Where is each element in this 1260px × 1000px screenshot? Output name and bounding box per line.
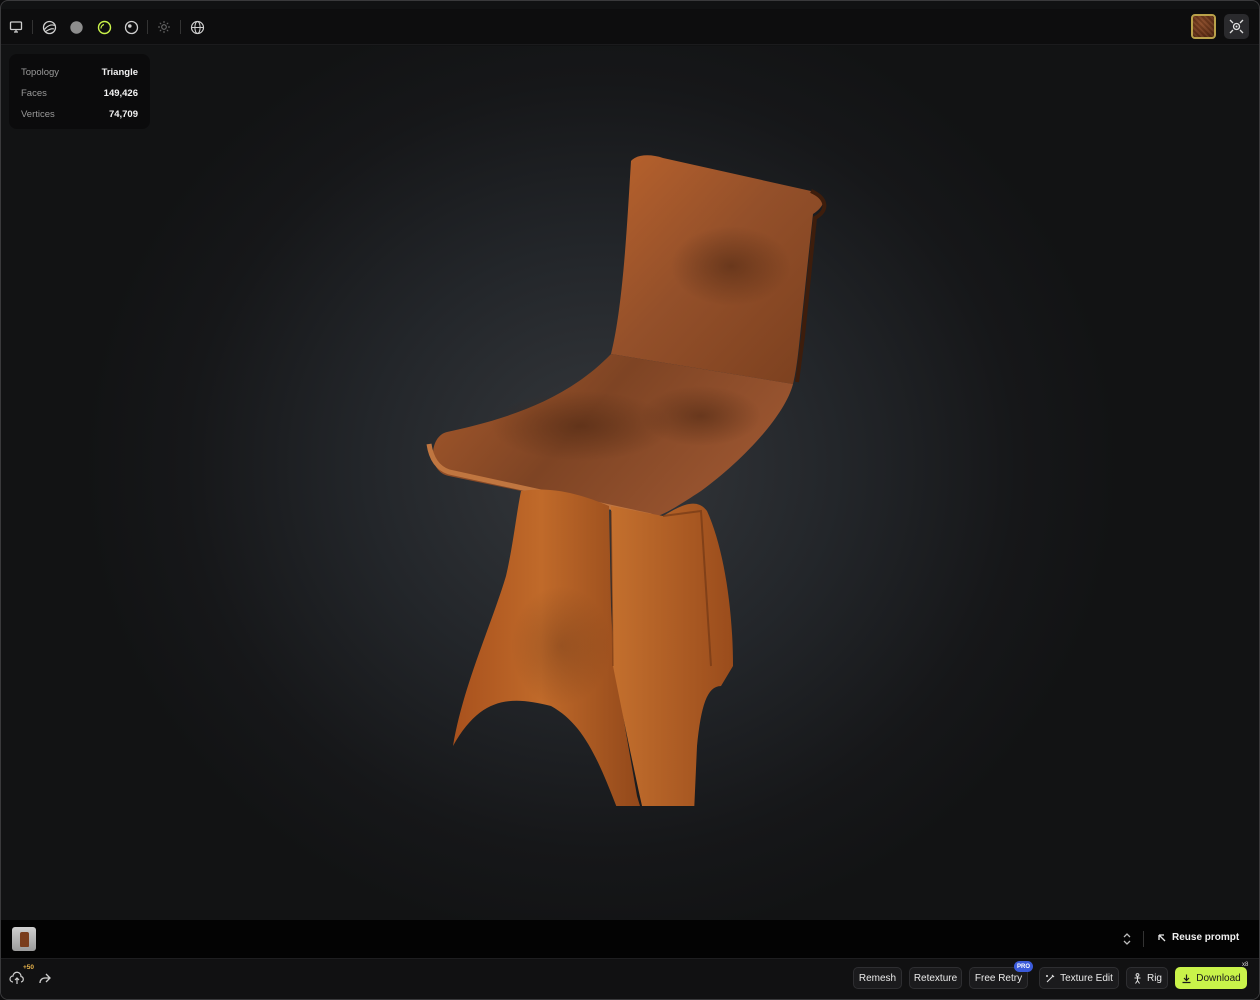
prompt-divider bbox=[1143, 931, 1144, 947]
rig-button[interactable]: Rig bbox=[1126, 967, 1168, 989]
stat-label: Topology bbox=[21, 67, 60, 78]
download-icon bbox=[1182, 974, 1191, 983]
toolbar-divider bbox=[147, 20, 148, 34]
stat-label: Faces bbox=[21, 88, 47, 99]
action-bar: +50 Remesh Retexture Free Retry Texture … bbox=[1, 958, 1259, 999]
free-retry-label: Free Retry bbox=[974, 972, 1023, 984]
stat-topology: Topology Triangle bbox=[21, 62, 138, 83]
pro-badge: PRO bbox=[1014, 961, 1033, 972]
magic-brush-icon bbox=[1046, 974, 1055, 982]
texture-edit-label: Texture Edit bbox=[1060, 972, 1113, 984]
expand-collapse-icon[interactable] bbox=[1120, 932, 1134, 946]
remesh-label: Remesh bbox=[858, 972, 897, 984]
texture-edit-button[interactable]: Texture Edit bbox=[1039, 967, 1119, 989]
wireframe-icon[interactable] bbox=[40, 18, 58, 36]
upload-cloud-icon[interactable] bbox=[9, 970, 25, 986]
retexture-button[interactable]: Retexture bbox=[909, 967, 962, 989]
matcap-sphere-icon[interactable] bbox=[122, 18, 140, 36]
rig-label: Rig bbox=[1146, 972, 1162, 984]
mesh-stats-panel: Topology Triangle Faces 149,426 Vertices… bbox=[9, 54, 150, 129]
monitor-icon[interactable] bbox=[7, 18, 25, 36]
retexture-label: Retexture bbox=[913, 972, 958, 984]
download-count-badge: x8 bbox=[1242, 962, 1249, 968]
texture-preview-thumbnail[interactable] bbox=[1191, 14, 1216, 39]
arrow-up-left-icon bbox=[1158, 933, 1166, 941]
stat-value: 149,426 bbox=[103, 88, 138, 99]
download-button[interactable]: Download bbox=[1175, 967, 1247, 989]
stat-value: 74,709 bbox=[108, 109, 138, 120]
pbr-sphere-icon[interactable] bbox=[95, 18, 113, 36]
rig-figure-icon bbox=[1134, 972, 1141, 984]
chair-3d-model bbox=[426, 155, 827, 806]
reference-image-thumbnail[interactable] bbox=[12, 927, 36, 951]
stat-label: Vertices bbox=[21, 109, 55, 120]
download-label: Download bbox=[1196, 972, 1241, 984]
credit-reward-badge: +50 bbox=[23, 964, 35, 971]
remesh-button[interactable]: Remesh bbox=[853, 967, 902, 989]
viewer-toolbar bbox=[1, 9, 1259, 45]
globe-icon[interactable] bbox=[188, 18, 206, 36]
reuse-prompt-label: Reuse prompt bbox=[1172, 932, 1240, 943]
model-viewport[interactable]: Topology Triangle Faces 149,426 Vertices… bbox=[1, 46, 1259, 920]
light-icon[interactable] bbox=[155, 18, 173, 36]
toolbar-divider bbox=[180, 20, 181, 34]
view-settings-button[interactable] bbox=[1224, 14, 1249, 39]
toolbar-divider bbox=[32, 20, 33, 34]
orbit-view-icon bbox=[1229, 19, 1244, 34]
stat-vertices: Vertices 74,709 bbox=[21, 104, 138, 125]
app-window: Topology Triangle Faces 149,426 Vertices… bbox=[0, 0, 1260, 1000]
stat-faces: Faces 149,426 bbox=[21, 83, 138, 104]
stat-value: Triangle bbox=[101, 67, 138, 78]
prompt-bar: Reuse prompt bbox=[1, 920, 1259, 958]
share-icon[interactable] bbox=[37, 970, 53, 986]
solid-sphere-icon[interactable] bbox=[67, 18, 85, 36]
reuse-prompt-button[interactable]: Reuse prompt bbox=[1157, 932, 1239, 943]
